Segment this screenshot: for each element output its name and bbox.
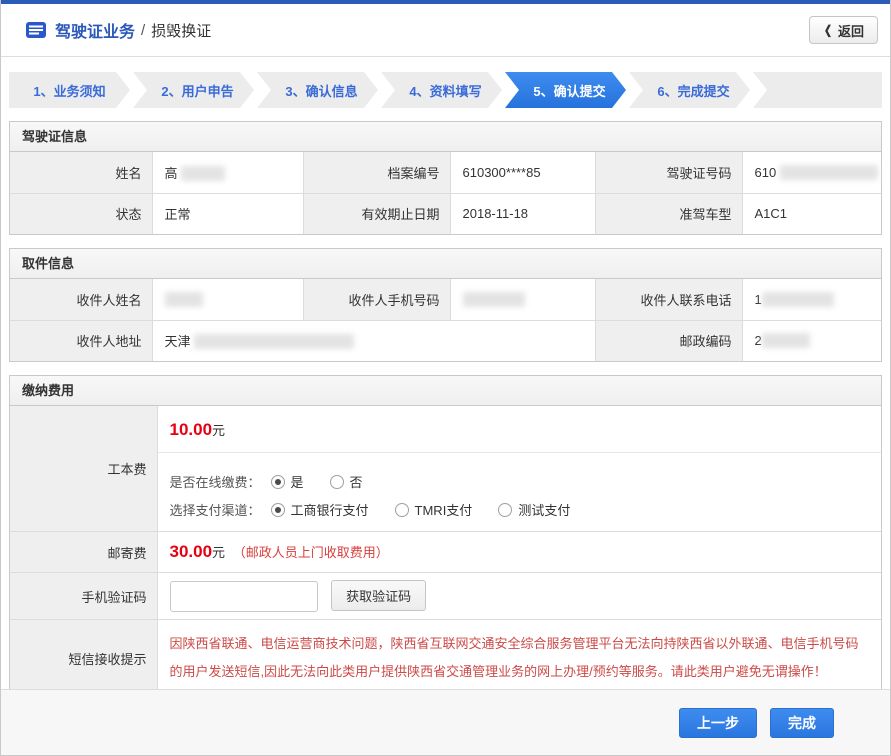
redaction-blur bbox=[762, 292, 834, 307]
get-captcha-button[interactable]: 获取验证码 bbox=[331, 580, 426, 611]
recipient-address-value: 天津 bbox=[152, 320, 595, 361]
radio-online-yes[interactable]: 是 bbox=[271, 472, 304, 491]
recipient-name-label: 收件人姓名 bbox=[10, 279, 152, 320]
radio-selected-icon[interactable] bbox=[271, 475, 285, 489]
workfee-unit: 元 bbox=[212, 423, 225, 438]
postage-unit: 元 bbox=[212, 545, 225, 560]
fees-table: 工本费 10.00元 是否在线缴费： 是 bbox=[10, 406, 881, 696]
pay-channel-question: 选择支付渠道： bbox=[170, 500, 261, 519]
step-progress-bar: 1、业务须知 2、用户申告 3、确认信息 4、资料填写 5、确认提交 6、完成提… bbox=[9, 72, 882, 108]
step-5-confirm-submit[interactable]: 5、确认提交 bbox=[505, 72, 626, 108]
captcha-input[interactable] bbox=[170, 581, 318, 612]
recipient-phone-label: 收件人联系电话 bbox=[595, 279, 742, 320]
step-6-complete-submit[interactable]: 6、完成提交 bbox=[629, 72, 750, 108]
workfee-label: 工本费 bbox=[10, 406, 157, 532]
step-4-fill-materials[interactable]: 4、资料填写 bbox=[381, 72, 502, 108]
sms-tip-label: 短信接收提示 bbox=[10, 620, 157, 697]
postage-row: 邮寄费 30.00元 （邮政人员上门收取费用） bbox=[10, 532, 881, 573]
chevron-left-icon: ❮ bbox=[824, 23, 832, 37]
license-info-title: 驾驶证信息 bbox=[10, 122, 881, 152]
radio-unselected-icon[interactable] bbox=[395, 503, 409, 517]
postage-note: （邮政人员上门收取费用） bbox=[233, 545, 389, 560]
captcha-label: 手机验证码 bbox=[10, 573, 157, 620]
previous-step-button[interactable]: 上一步 bbox=[679, 708, 757, 738]
valid-until-label: 有效期止日期 bbox=[303, 193, 450, 234]
license-no-value: 610 bbox=[742, 152, 881, 193]
postcode-value: 2 bbox=[742, 320, 881, 361]
footer-action-bar: 上一步 完成 bbox=[1, 689, 890, 755]
redaction-blur bbox=[194, 334, 354, 349]
workfee-amount: 10.00 bbox=[170, 420, 213, 439]
table-row: 姓名 高 档案编号 610300****85 驾驶证号码 610 bbox=[10, 152, 881, 193]
redaction-blur bbox=[762, 333, 810, 348]
fees-title: 缴纳费用 bbox=[10, 376, 881, 406]
sms-tip-text: 因陕西省联通、电信运营商技术问题，陕西省互联网交通安全综合服务管理平台无法向持陕… bbox=[158, 620, 882, 696]
online-pay-question-line: 是否在线缴费： 是 否 bbox=[170, 472, 882, 491]
workfee-amount-line: 10.00元 bbox=[158, 406, 882, 453]
radio-channel-test-label: 测试支付 bbox=[518, 500, 570, 519]
back-button[interactable]: ❮ 返回 bbox=[809, 16, 878, 44]
captcha-row: 手机验证码 获取验证码 bbox=[10, 573, 881, 620]
name-label: 姓名 bbox=[10, 152, 152, 193]
step-1-business-notice[interactable]: 1、业务须知 bbox=[9, 72, 130, 108]
radio-online-yes-label: 是 bbox=[291, 472, 304, 491]
radio-selected-icon[interactable] bbox=[271, 503, 285, 517]
radio-unselected-icon[interactable] bbox=[330, 475, 344, 489]
postage-label: 邮寄费 bbox=[10, 532, 157, 573]
radio-online-no[interactable]: 否 bbox=[330, 472, 363, 491]
postage-amount: 30.00 bbox=[170, 542, 213, 561]
finish-button[interactable]: 完成 bbox=[770, 708, 834, 738]
app-title: 驾驶证业务 bbox=[55, 18, 135, 42]
valid-until-value: 2018-11-18 bbox=[450, 193, 595, 234]
license-info-section: 驾驶证信息 姓名 高 档案编号 610300****85 驾驶证号码 610 状… bbox=[9, 121, 882, 235]
recipient-mobile-label: 收件人手机号码 bbox=[303, 279, 450, 320]
table-row: 状态 正常 有效期止日期 2018-11-18 准驾车型 A1C1 bbox=[10, 193, 881, 234]
status-label: 状态 bbox=[10, 193, 152, 234]
fees-section: 缴纳费用 工本费 10.00元 是否在线缴费： 是 bbox=[9, 375, 882, 697]
vehicle-class-label: 准驾车型 bbox=[595, 193, 742, 234]
page: 驾驶证业务 / 损毁换证 ❮ 返回 1、业务须知 2、用户申告 3、确认信息 4… bbox=[0, 0, 891, 756]
sms-tip-row: 短信接收提示 因陕西省联通、电信运营商技术问题，陕西省互联网交通安全综合服务管理… bbox=[10, 620, 881, 697]
redaction-blur bbox=[181, 166, 225, 181]
radio-channel-icbc[interactable]: 工商银行支付 bbox=[271, 500, 369, 519]
file-no-value: 610300****85 bbox=[450, 152, 595, 193]
table-row: 收件人姓名 收件人手机号码 收件人联系电话 1 bbox=[10, 279, 881, 320]
recipient-mobile-value bbox=[450, 279, 595, 320]
radio-channel-tmri[interactable]: TMRI支付 bbox=[395, 500, 473, 519]
name-value: 高 bbox=[152, 152, 303, 193]
pickup-info-title: 取件信息 bbox=[10, 249, 881, 279]
redaction-blur bbox=[165, 292, 203, 307]
radio-channel-test[interactable]: 测试支付 bbox=[498, 500, 570, 519]
header-divider bbox=[1, 56, 890, 57]
license-info-table: 姓名 高 档案编号 610300****85 驾驶证号码 610 状态 正常 有… bbox=[10, 152, 881, 234]
recipient-address-label: 收件人地址 bbox=[10, 320, 152, 361]
page-title: 损毁换证 bbox=[151, 20, 211, 41]
recipient-phone-value: 1 bbox=[742, 279, 881, 320]
redaction-blur bbox=[463, 292, 525, 307]
status-value: 正常 bbox=[152, 193, 303, 234]
workfee-row: 工本费 10.00元 是否在线缴费： 是 bbox=[10, 406, 881, 532]
file-no-label: 档案编号 bbox=[303, 152, 450, 193]
step-2-user-declaration[interactable]: 2、用户申告 bbox=[133, 72, 254, 108]
header: 驾驶证业务 / 损毁换证 ❮ 返回 bbox=[1, 4, 890, 56]
online-pay-question: 是否在线缴费： bbox=[170, 472, 261, 491]
vehicle-class-value: A1C1 bbox=[742, 193, 881, 234]
redaction-blur bbox=[780, 165, 878, 180]
license-business-icon bbox=[25, 21, 47, 39]
radio-online-no-label: 否 bbox=[350, 472, 363, 491]
step-3-confirm-info[interactable]: 3、确认信息 bbox=[257, 72, 378, 108]
breadcrumb-separator: / bbox=[141, 22, 145, 39]
pickup-info-section: 取件信息 收件人姓名 收件人手机号码 收件人联系电话 1 收件人地址 天津 邮政… bbox=[9, 248, 882, 362]
radio-channel-icbc-label: 工商银行支付 bbox=[291, 500, 369, 519]
back-button-label: 返回 bbox=[838, 21, 864, 40]
radio-unselected-icon[interactable] bbox=[498, 503, 512, 517]
radio-channel-tmri-label: TMRI支付 bbox=[415, 500, 473, 519]
postcode-label: 邮政编码 bbox=[595, 320, 742, 361]
pay-channel-question-line: 选择支付渠道： 工商银行支付 TMRI支付 测试支付 bbox=[170, 500, 882, 519]
pickup-info-table: 收件人姓名 收件人手机号码 收件人联系电话 1 收件人地址 天津 邮政编码 2 bbox=[10, 279, 881, 361]
license-no-label: 驾驶证号码 bbox=[595, 152, 742, 193]
table-row: 收件人地址 天津 邮政编码 2 bbox=[10, 320, 881, 361]
recipient-name-value bbox=[152, 279, 303, 320]
step-bar-filler bbox=[753, 72, 882, 108]
